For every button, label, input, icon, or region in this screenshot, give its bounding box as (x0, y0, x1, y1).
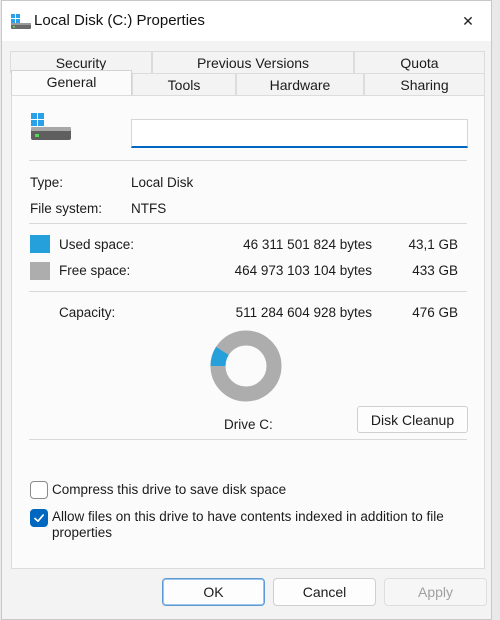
ok-button[interactable]: OK (162, 578, 265, 606)
free-space-swatch (30, 262, 50, 280)
index-contents-label: Allow files on this drive to have conten… (52, 509, 444, 540)
tab-general[interactable]: General (11, 70, 132, 95)
divider (29, 439, 467, 440)
checkmark-icon (34, 514, 45, 523)
used-space-label: Used space: (59, 237, 135, 252)
capacity-bytes: 511 284 604 928 bytes (235, 305, 372, 320)
divider (29, 160, 467, 161)
used-space-size: 43,1 GB (408, 237, 458, 252)
volume-label-input[interactable] (131, 119, 468, 148)
tab-previous-versions[interactable]: Previous Versions (152, 51, 354, 73)
used-space-swatch (30, 235, 50, 253)
tab-hardware[interactable]: Hardware (236, 73, 364, 95)
tab-sharing[interactable]: Sharing (364, 73, 485, 95)
index-contents-checkbox[interactable] (30, 509, 48, 527)
disk-cleanup-button[interactable]: Disk Cleanup (357, 406, 468, 433)
used-space-arc (210, 346, 229, 367)
close-button[interactable]: ✕ (445, 1, 491, 41)
type-label: Type: (30, 175, 64, 190)
used-space-bytes: 46 311 501 824 bytes (243, 237, 372, 252)
cancel-button[interactable]: Cancel (273, 578, 376, 606)
free-space-label: Free space: (59, 263, 131, 278)
capacity-size: 476 GB (412, 305, 458, 320)
drive-icon (31, 113, 71, 140)
file-system-value: NTFS (131, 201, 167, 216)
properties-dialog: Local Disk (C:) Properties ✕ Security Pr… (1, 0, 492, 620)
apply-button[interactable]: Apply (384, 578, 487, 606)
divider (29, 291, 467, 292)
window-title: Local Disk (C:) Properties (34, 12, 205, 29)
file-system-label: File system: (30, 201, 103, 216)
free-space-size: 433 GB (412, 263, 458, 278)
free-space-bytes: 464 973 103 104 bytes (234, 263, 372, 278)
drive-icon (11, 14, 31, 29)
general-panel: Type: Local Disk File system: NTFS Used … (11, 95, 485, 569)
drive-label: Drive C: (224, 417, 273, 432)
free-space-ring (210, 330, 282, 402)
close-icon: ✕ (462, 12, 474, 29)
capacity-label: Capacity: (59, 305, 116, 320)
compress-drive-checkbox[interactable] (30, 481, 48, 499)
title-bar: Local Disk (C:) Properties ✕ (2, 1, 491, 41)
type-value: Local Disk (131, 175, 194, 190)
divider (29, 223, 467, 224)
disk-usage-chart (210, 330, 282, 402)
tab-tools[interactable]: Tools (132, 73, 236, 95)
compress-drive-label: Compress this drive to save disk space (52, 482, 287, 497)
tab-quota[interactable]: Quota (354, 51, 485, 73)
